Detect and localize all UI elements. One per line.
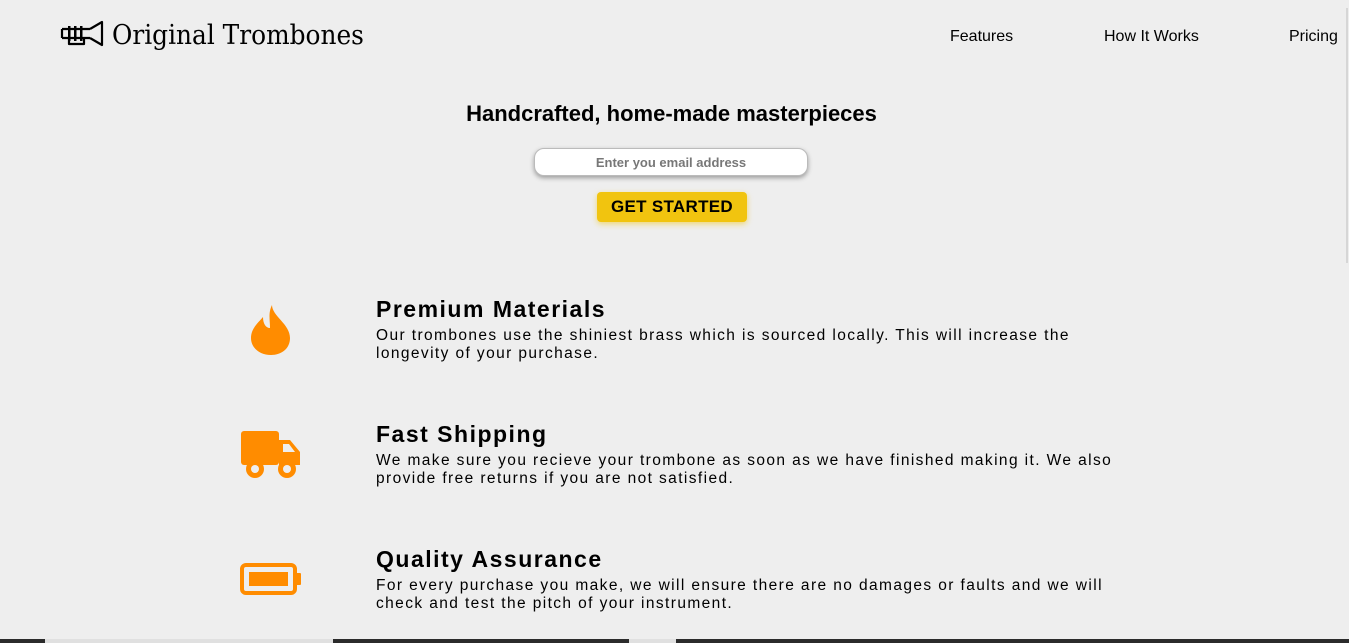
- landing-page: Original Trombones Features How It Works…: [0, 0, 1349, 643]
- email-input[interactable]: [534, 148, 808, 176]
- fire-icon: [250, 304, 292, 361]
- nav-features-link[interactable]: Features: [950, 28, 1013, 46]
- hero-title: Handcrafted, home-made masterpieces: [466, 101, 877, 126]
- feature-title-premium-materials: Premium Materials: [376, 296, 607, 322]
- feature-description-quality-assurance: For every purchase you make, we will ens…: [376, 577, 1103, 612]
- nav-how-it-works-link[interactable]: How It Works: [1104, 28, 1199, 46]
- feature-title-quality-assurance: Quality Assurance: [376, 546, 603, 572]
- trombone-icon: [60, 18, 104, 52]
- logo-text: Original Trombones: [112, 19, 364, 51]
- header: Original Trombones Features How It Works…: [0, 0, 1349, 72]
- get-started-button[interactable]: GET STARTED: [597, 192, 747, 222]
- truck-icon: [240, 430, 302, 485]
- feature-description-premium-materials: Our trombones use the shiniest brass whi…: [376, 327, 1070, 362]
- feature-description-fast-shipping: We make sure you recieve your trombone a…: [376, 452, 1113, 487]
- feature-title-fast-shipping: Fast Shipping: [376, 421, 548, 447]
- horizontal-scrollbar-thumb[interactable]: [45, 639, 333, 643]
- horizontal-scrollbar-segment: [629, 639, 676, 643]
- logo[interactable]: Original Trombones: [60, 18, 386, 52]
- nav-pricing-link[interactable]: Pricing: [1289, 28, 1338, 46]
- vertical-divider: [1346, 8, 1348, 263]
- battery-icon: [240, 563, 302, 602]
